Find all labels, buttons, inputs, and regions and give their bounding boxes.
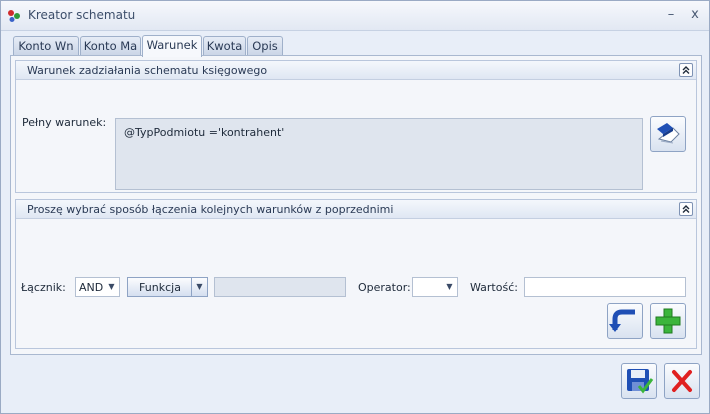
tab-kwota[interactable]: Kwota <box>203 36 246 56</box>
save-icon <box>627 369 654 394</box>
double-chevron-up-icon <box>682 205 690 213</box>
collapse-connector-group-button[interactable] <box>679 202 693 216</box>
warunek-tab-page: Warunek zadziałania schematu księgowego … <box>10 55 702 355</box>
full-condition-label: Pełny warunek: <box>22 116 107 129</box>
add-condition-button[interactable] <box>650 303 686 339</box>
connector-value: AND <box>79 281 104 294</box>
kreator-schematu-window: Kreator schematu – x Konto Wn Konto Ma W… <box>0 0 710 414</box>
save-button[interactable] <box>621 363 657 399</box>
operator-label: Operator: <box>358 281 411 294</box>
edit-condition-button[interactable] <box>650 116 686 152</box>
tab-konto-wn[interactable]: Konto Wn <box>13 36 79 56</box>
cancel-button[interactable] <box>664 363 700 399</box>
tab-warunek[interactable]: Warunek <box>142 35 202 57</box>
app-icon <box>8 10 20 22</box>
double-chevron-up-icon <box>682 66 690 74</box>
function-button-label: Funkcja <box>139 281 181 294</box>
function-button[interactable]: Funkcja ▼ <box>127 277 208 297</box>
connector-group: Proszę wybrać sposób łączenia kolejnych … <box>15 199 697 349</box>
chevron-down-icon: ▼ <box>446 282 453 291</box>
value-input[interactable] <box>524 277 686 297</box>
connector-select[interactable]: AND ▼ <box>75 277 120 297</box>
chevron-down-icon: ▼ <box>191 278 207 296</box>
cancel-icon <box>672 370 692 392</box>
minimize-button[interactable]: – <box>661 6 681 24</box>
condition-group-title: Warunek zadziałania schematu księgowego <box>27 64 268 77</box>
connector-label: Łącznik: <box>21 281 66 294</box>
back-button[interactable] <box>607 303 643 339</box>
connector-group-title: Proszę wybrać sposób łączenia kolejnych … <box>27 203 394 216</box>
value-label: Wartość: <box>470 281 518 294</box>
full-condition-field[interactable]: @TypPodmiotu ='kontrahent' <box>115 118 643 190</box>
tab-konto-ma[interactable]: Konto Ma <box>80 36 141 56</box>
plus-icon <box>655 308 681 334</box>
connector-group-header: Proszę wybrać sposób łączenia kolejnych … <box>16 200 696 219</box>
function-field <box>214 277 346 297</box>
window-title: Kreator schematu <box>28 8 136 22</box>
condition-group: Warunek zadziałania schematu księgowego … <box>15 60 697 193</box>
chevron-down-icon: ▼ <box>108 282 115 291</box>
condition-group-header: Warunek zadziałania schematu księgowego <box>16 61 696 80</box>
back-arrow-icon <box>609 309 635 332</box>
collapse-condition-group-button[interactable] <box>679 63 693 77</box>
operator-select[interactable]: ▼ <box>412 277 458 297</box>
close-window-button[interactable]: x <box>685 6 705 24</box>
title-bar: Kreator schematu – x <box>1 1 709 31</box>
edit-icon <box>657 123 680 144</box>
tab-opis[interactable]: Opis <box>247 36 283 56</box>
